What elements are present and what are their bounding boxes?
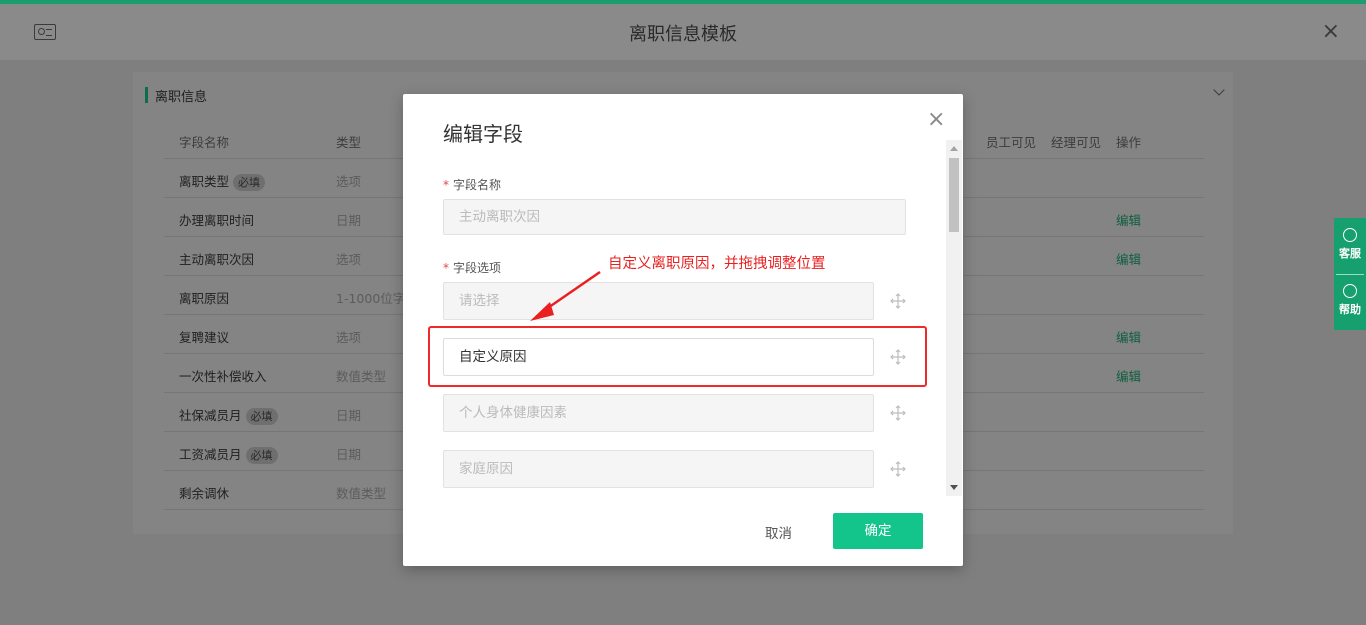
drag-handle-icon[interactable]	[890, 293, 906, 309]
compass-icon	[1343, 284, 1357, 298]
row-type: 数值类型	[336, 486, 387, 501]
help-button[interactable]: 帮助	[1334, 284, 1366, 317]
confirm-button[interactable]: 确定	[833, 513, 923, 549]
scroll-thumb[interactable]	[949, 158, 959, 232]
help-label: 帮助	[1339, 303, 1361, 316]
page-header: 离职信息模板 ×	[0, 4, 1366, 60]
required-star: *	[443, 261, 449, 275]
col-name: 字段名称	[179, 135, 230, 150]
dialog-body: * 字段名称 主动离职次因 * 字段选项 请选择 自定义原因 个人身体健康因素 家庭…	[403, 142, 963, 496]
col-employee-visible: 员工可见	[986, 135, 1037, 150]
page-title: 离职信息模板	[629, 24, 737, 45]
row-name-text: 离职类型	[179, 174, 230, 189]
row-name: 工资减员月 必填	[179, 444, 278, 464]
divider	[1336, 274, 1364, 275]
col-manager-visible: 经理可见	[1051, 135, 1102, 150]
scrollbar[interactable]	[946, 140, 962, 496]
field-name-label-text: 字段名称	[453, 178, 502, 192]
row-name: 办理离职时间	[179, 213, 255, 228]
row-name: 复聘建议	[179, 330, 230, 345]
row-type: 选项	[336, 252, 362, 267]
row-name: 剩余调休	[179, 486, 230, 501]
headset-icon	[1343, 228, 1357, 242]
row-type: 日期	[336, 447, 362, 462]
field-name-input[interactable]: 主动离职次因	[443, 199, 906, 235]
required-tag: 必填	[245, 408, 278, 425]
drag-handle-icon[interactable]	[890, 461, 906, 477]
col-operation: 操作	[1116, 135, 1142, 150]
side-widget: 客服 帮助	[1334, 218, 1366, 330]
row-type: 选项	[336, 174, 362, 189]
edit-link[interactable]: 编辑	[1116, 210, 1141, 229]
annotation-highlight-box	[428, 326, 927, 387]
row-name: 社保减员月 必填	[179, 405, 278, 425]
required-star: *	[443, 178, 449, 192]
customer-service-button[interactable]: 客服	[1334, 228, 1366, 261]
option-input[interactable]: 个人身体健康因素	[443, 394, 874, 432]
row-type: 日期	[336, 408, 362, 423]
option-input[interactable]: 家庭原因	[443, 450, 874, 488]
edit-link[interactable]: 编辑	[1116, 327, 1141, 346]
scroll-up-icon[interactable]	[950, 146, 958, 151]
chevron-down-icon[interactable]	[1213, 84, 1225, 96]
required-tag: 必填	[233, 174, 266, 191]
drag-handle-icon[interactable]	[890, 405, 906, 421]
options-label: * 字段选项	[443, 259, 501, 276]
row-name: 主动离职次因	[179, 252, 255, 267]
edit-link[interactable]: 编辑	[1116, 249, 1141, 268]
row-name: 离职类型 必填	[179, 171, 266, 191]
options-label-text: 字段选项	[453, 261, 502, 275]
close-icon[interactable]: ×	[927, 109, 945, 131]
close-icon[interactable]: ×	[1322, 21, 1340, 43]
required-tag: 必填	[245, 447, 278, 464]
row-name: 一次性补偿收入	[179, 369, 267, 384]
scroll-down-icon[interactable]	[950, 485, 958, 490]
annotation-arrow-icon	[530, 270, 601, 321]
section-title: 离职信息	[145, 86, 207, 105]
row-name-text: 工资减员月	[179, 447, 242, 462]
col-type: 类型	[336, 135, 362, 150]
annotation-text: 自定义离职原因，并拖拽调整位置	[608, 256, 826, 272]
row-type: 数值类型	[336, 369, 387, 384]
row-name-text: 社保减员月	[179, 408, 242, 423]
option-input[interactable]: 请选择	[443, 282, 874, 320]
field-name-label: * 字段名称	[443, 176, 501, 193]
edit-link[interactable]: 编辑	[1116, 366, 1141, 385]
cancel-button[interactable]: 取消	[765, 522, 792, 542]
row-name: 离职原因	[179, 291, 230, 306]
row-type: 日期	[336, 213, 362, 228]
customer-service-label: 客服	[1339, 247, 1361, 260]
row-type: 选项	[336, 330, 362, 345]
